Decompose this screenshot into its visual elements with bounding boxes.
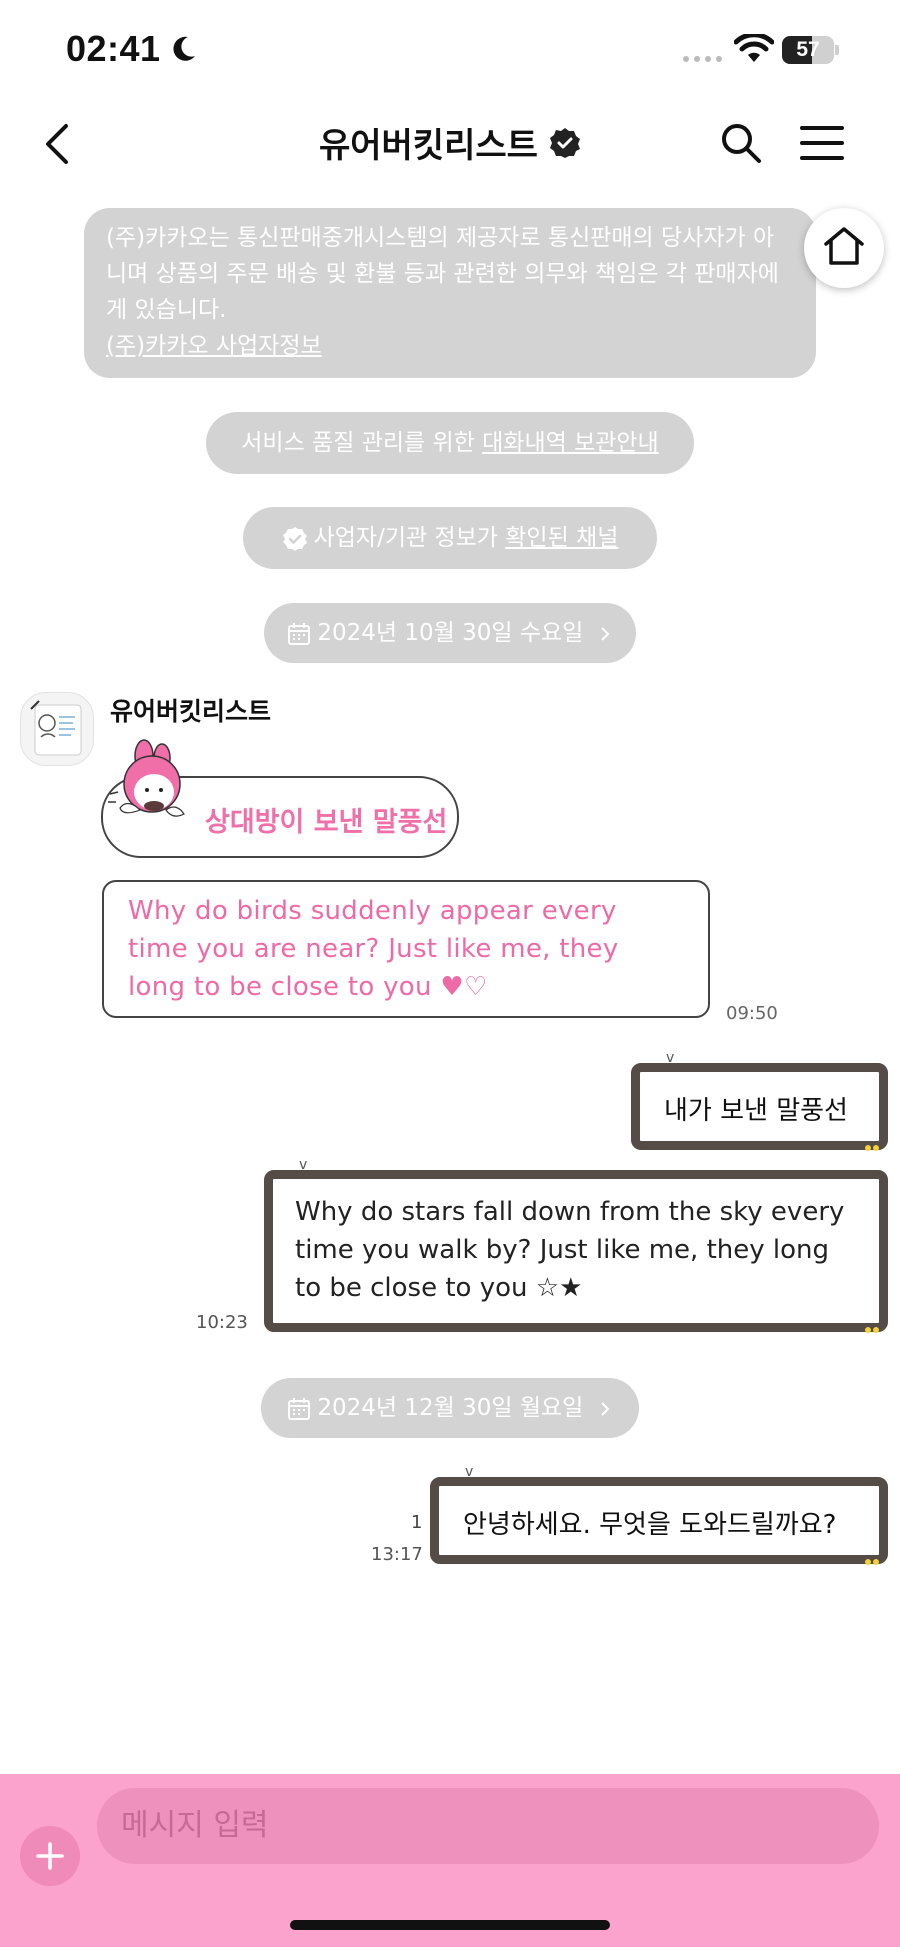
received-time: 09:50	[726, 1003, 778, 1024]
sent-bubble-3-text: 안녕하세요. 무엇을 도와드릴까요?	[463, 1510, 837, 1540]
status-time: 02:41	[66, 28, 161, 69]
date-divider-1-text: 2024년 10월 30일 수요일	[317, 620, 584, 646]
moon-icon	[173, 36, 195, 61]
chat-header: 유어버킷리스트	[0, 100, 900, 190]
sent-time-3: 13:17	[371, 1544, 423, 1565]
home-icon	[824, 227, 864, 265]
verified-channel-text: 사업자/기관 정보가	[313, 525, 506, 551]
sent-bubble-1-text: 내가 보낸 말풍선	[664, 1096, 848, 1126]
home-button[interactable]	[804, 208, 884, 288]
chevron-right-icon	[600, 626, 610, 641]
sent-bubble-1[interactable]: v 내가 보낸 말풍선	[631, 1050, 888, 1151]
home-indicator	[290, 1920, 610, 1930]
wifi-icon	[734, 34, 774, 62]
business-info-link[interactable]: (주)카카오 사업자정보	[106, 328, 794, 364]
signal-dots-icon	[683, 56, 722, 62]
calendar-icon	[288, 1397, 311, 1420]
menu-icon[interactable]	[800, 124, 844, 162]
plus-icon	[36, 1842, 64, 1870]
verified-badge-icon	[550, 127, 581, 158]
bunny-character-icon	[108, 739, 185, 817]
sent-bubble-2-text: Why do stars fall down from the sky ever…	[295, 1197, 845, 1303]
received-bubble-2[interactable]: Why do birds suddenly appear every time …	[102, 880, 710, 1018]
received-bubble-2-text: Why do birds suddenly appear every time …	[128, 896, 619, 1002]
attach-button[interactable]	[20, 1826, 80, 1886]
avatar-image	[30, 700, 82, 756]
check-badge-icon	[282, 526, 307, 551]
notice-text: (주)카카오는 통신판매중개시스템의 제공자로 통신판매의 당사자가 아니며 상…	[106, 225, 779, 323]
chat-title: 유어버킷리스트	[318, 126, 538, 166]
sent-bubble-2[interactable]: v Why do stars fall down from the sky ev…	[264, 1157, 888, 1333]
date-divider-2-text: 2024년 12월 30일 월요일	[317, 1395, 584, 1421]
archive-notice-text: 서비스 품질 관리를 위한	[241, 430, 483, 456]
sent-time-2: 10:23	[196, 1312, 248, 1333]
battery-icon: 57	[782, 36, 840, 64]
verified-channel-link[interactable]: 확인된 채널	[505, 525, 618, 551]
status-bar: 02:41 57	[0, 0, 900, 100]
verified-channel-pill: 사업자/기관 정보가 확인된 채널	[243, 507, 657, 569]
search-icon[interactable]	[720, 122, 762, 164]
battery-level: 57	[796, 38, 820, 61]
unread-count: 1	[411, 1512, 423, 1533]
archive-notice-pill: 서비스 품질 관리를 위한 대화내역 보관안내	[206, 412, 694, 474]
calendar-icon	[288, 622, 311, 645]
received-bubble-1-text: 상대방이 보낸 말풍선	[205, 807, 448, 838]
sent-bubble-3[interactable]: v 안녕하세요. 무엇을 도와드릴까요?	[430, 1464, 888, 1565]
message-input[interactable]: 메시지 입력	[97, 1788, 879, 1864]
archive-notice-link[interactable]: 대화내역 보관안내	[482, 430, 659, 456]
sender-name: 유어버킷리스트	[110, 697, 272, 726]
chevron-right-icon	[600, 1401, 610, 1416]
date-divider-2[interactable]: 2024년 12월 30일 월요일	[261, 1378, 639, 1438]
commerce-notice: (주)카카오는 통신판매중개시스템의 제공자로 통신판매의 당사자가 아니며 상…	[84, 208, 816, 378]
channel-avatar[interactable]	[20, 692, 94, 766]
date-divider-1[interactable]: 2024년 10월 30일 수요일	[264, 603, 636, 663]
